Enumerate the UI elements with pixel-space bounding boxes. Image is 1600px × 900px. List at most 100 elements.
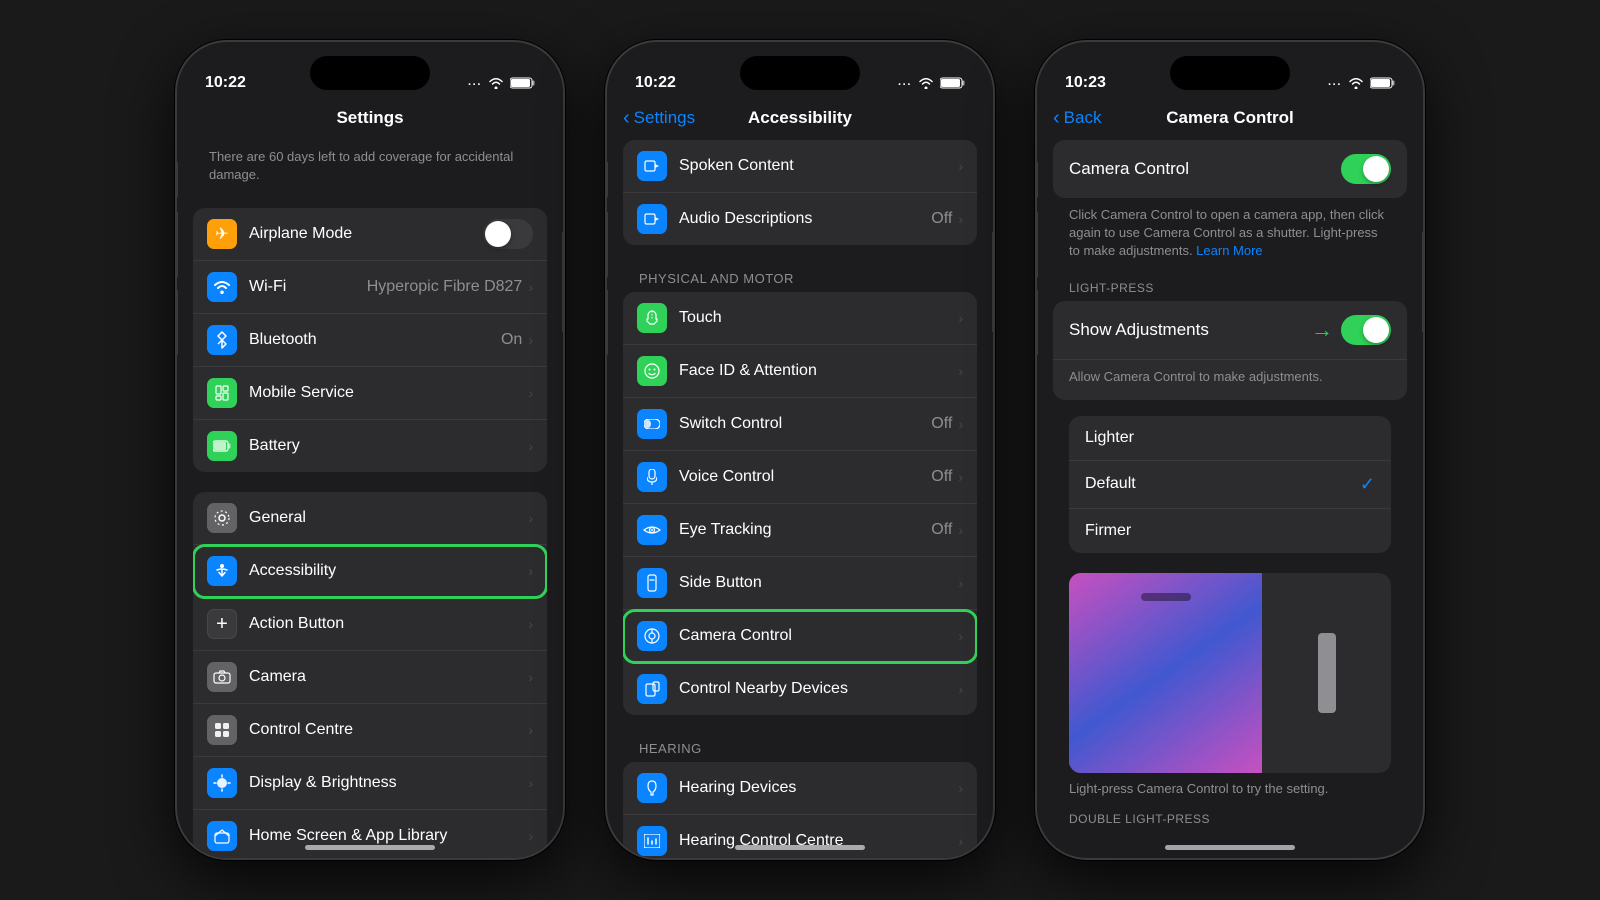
general-label: General bbox=[249, 509, 528, 527]
settings-item-general[interactable]: General › bbox=[193, 492, 547, 545]
audio-desc-value: Off bbox=[931, 210, 952, 228]
switch-control-icon bbox=[637, 409, 667, 439]
action-chevron: › bbox=[528, 616, 533, 632]
spoken-chevron: › bbox=[958, 158, 963, 174]
settings-item-homescreen[interactable]: Home Screen & App Library › bbox=[193, 810, 547, 858]
status-time-2: 10:22 bbox=[635, 74, 676, 92]
accessibility-chevron: › bbox=[528, 563, 533, 579]
settings-item-camera[interactable]: Camera › bbox=[193, 651, 547, 704]
switch-control-label: Switch Control bbox=[679, 415, 931, 433]
audio-desc-label: Audio Descriptions bbox=[679, 210, 931, 228]
bluetooth-chevron: › bbox=[528, 332, 533, 348]
battery-label: Battery bbox=[249, 437, 528, 455]
settings-item-display[interactable]: Display & Brightness › bbox=[193, 757, 547, 810]
phone3-back-label: Back bbox=[1064, 108, 1102, 128]
cc-main-toggle[interactable] bbox=[1341, 154, 1391, 184]
cc-option-default[interactable]: Default ✓ bbox=[1069, 461, 1391, 509]
spoken-label: Spoken Content bbox=[679, 157, 958, 175]
battery-icon-2 bbox=[940, 77, 965, 92]
dynamic-island-1 bbox=[310, 56, 430, 90]
settings-item-wifi[interactable]: Wi-Fi Hyperopic Fibre D827 › bbox=[193, 261, 547, 314]
cc-option-lighter[interactable]: Lighter bbox=[1069, 416, 1391, 461]
signal-dots-3: ··· bbox=[1328, 79, 1342, 91]
phone1-screen: Settings There are 60 days left to add c… bbox=[177, 100, 563, 858]
acc-touch[interactable]: Touch › bbox=[623, 292, 977, 345]
phone2-screen: ‹ Settings Accessibility Spoken Content … bbox=[607, 100, 993, 858]
audio-desc-icon bbox=[637, 204, 667, 234]
faceid-label: Face ID & Attention bbox=[679, 362, 958, 380]
nearby-devices-icon bbox=[637, 674, 667, 704]
settings-item-controlcentre[interactable]: Control Centre › bbox=[193, 704, 547, 757]
cc-main-desc: Click Camera Control to open a camera ap… bbox=[1053, 206, 1407, 261]
acc-switch-control[interactable]: Switch Control Off › bbox=[623, 398, 977, 451]
hearing-control-icon bbox=[637, 826, 667, 856]
general-icon bbox=[207, 503, 237, 533]
mobile-chevron: › bbox=[528, 385, 533, 401]
cc-learn-more-link[interactable]: Learn More bbox=[1196, 243, 1262, 258]
physical-motor-group: Touch › Face ID & Attention › bbox=[623, 292, 977, 715]
voice-control-label: Voice Control bbox=[679, 468, 931, 486]
cc-adjustments-toggle[interactable] bbox=[1341, 315, 1391, 345]
touch-label: Touch bbox=[679, 309, 958, 327]
wifi-chevron: › bbox=[528, 279, 533, 295]
hearing-control-chevron: › bbox=[958, 833, 963, 849]
acc-camera-control[interactable]: Camera Control › bbox=[623, 610, 977, 663]
acc-hearing-control[interactable]: Hearing Control Centre › bbox=[623, 815, 977, 858]
phone3-back-chevron: ‹ bbox=[1053, 108, 1060, 128]
voice-control-icon bbox=[637, 462, 667, 492]
eye-tracking-chevron: › bbox=[958, 522, 963, 538]
status-icons-2: ··· bbox=[898, 77, 965, 92]
homescreen-label: Home Screen & App Library bbox=[249, 827, 528, 845]
acc-audio-descriptions[interactable]: Audio Descriptions Off › bbox=[623, 193, 977, 245]
eye-tracking-value: Off bbox=[931, 521, 952, 539]
cc-option-default-check: ✓ bbox=[1360, 474, 1375, 495]
acc-nearby-devices[interactable]: Control Nearby Devices › bbox=[623, 663, 977, 715]
display-label: Display & Brightness bbox=[249, 774, 528, 792]
airplane-toggle[interactable] bbox=[483, 219, 533, 249]
side-button-label: Side Button bbox=[679, 574, 958, 592]
hearing-header: HEARING bbox=[623, 735, 977, 762]
acc-eye-tracking[interactable]: Eye Tracking Off › bbox=[623, 504, 977, 557]
cc-phone-side-preview bbox=[1262, 573, 1391, 773]
acc-hearing-devices[interactable]: Hearing Devices › bbox=[623, 762, 977, 815]
cc-adjustments-label: Show Adjustments bbox=[1069, 320, 1209, 340]
phone2-back-label: Settings bbox=[634, 108, 695, 128]
settings-item-accessibility[interactable]: Accessibility › bbox=[193, 545, 547, 598]
settings-item-airplane[interactable]: ✈ Airplane Mode bbox=[193, 208, 547, 261]
settings-item-action[interactable]: + Action Button › bbox=[193, 598, 547, 651]
phone2-back-button[interactable]: ‹ Settings bbox=[623, 108, 695, 128]
controlcentre-chevron: › bbox=[528, 722, 533, 738]
settings-notice: There are 60 days left to add coverage f… bbox=[193, 140, 547, 192]
cc-option-firmer[interactable]: Firmer bbox=[1069, 509, 1391, 553]
airplane-label: Airplane Mode bbox=[249, 225, 483, 243]
bluetooth-label: Bluetooth bbox=[249, 331, 501, 349]
battery-icon-1 bbox=[510, 77, 535, 92]
switch-control-chevron: › bbox=[958, 416, 963, 432]
wifi-icon-1 bbox=[488, 77, 504, 92]
phone1-nav-header: Settings bbox=[193, 100, 547, 140]
acc-faceid[interactable]: Face ID & Attention › bbox=[623, 345, 977, 398]
homescreen-icon bbox=[207, 821, 237, 851]
settings-item-mobile[interactable]: Mobile Service › bbox=[193, 367, 547, 420]
phone2: 10:22 ··· ‹ Settings Accessibility bbox=[605, 40, 995, 860]
cc-main-toggle-label: Camera Control bbox=[1069, 159, 1189, 179]
battery-icon-3 bbox=[1370, 77, 1395, 92]
settings-item-battery[interactable]: Battery › bbox=[193, 420, 547, 472]
settings-item-bluetooth[interactable]: Bluetooth On › bbox=[193, 314, 547, 367]
cc-side-button-visual bbox=[1318, 633, 1336, 713]
phone3-back-button[interactable]: ‹ Back bbox=[1053, 108, 1101, 128]
mobile-label: Mobile Service bbox=[249, 384, 528, 402]
action-label: Action Button bbox=[249, 615, 528, 633]
cc-adjustments-row: Show Adjustments → bbox=[1053, 301, 1407, 359]
faceid-chevron: › bbox=[958, 363, 963, 379]
display-chevron: › bbox=[528, 775, 533, 791]
controlcentre-icon bbox=[207, 715, 237, 745]
eye-tracking-label: Eye Tracking bbox=[679, 521, 931, 539]
accessibility-label: Accessibility bbox=[249, 562, 528, 580]
acc-side-button[interactable]: Side Button › bbox=[623, 557, 977, 610]
accessibility-icon bbox=[207, 556, 237, 586]
bluetooth-value: On bbox=[501, 331, 522, 349]
acc-spoken-content[interactable]: Spoken Content › bbox=[623, 140, 977, 193]
side-button-icon bbox=[637, 568, 667, 598]
acc-voice-control[interactable]: Voice Control Off › bbox=[623, 451, 977, 504]
